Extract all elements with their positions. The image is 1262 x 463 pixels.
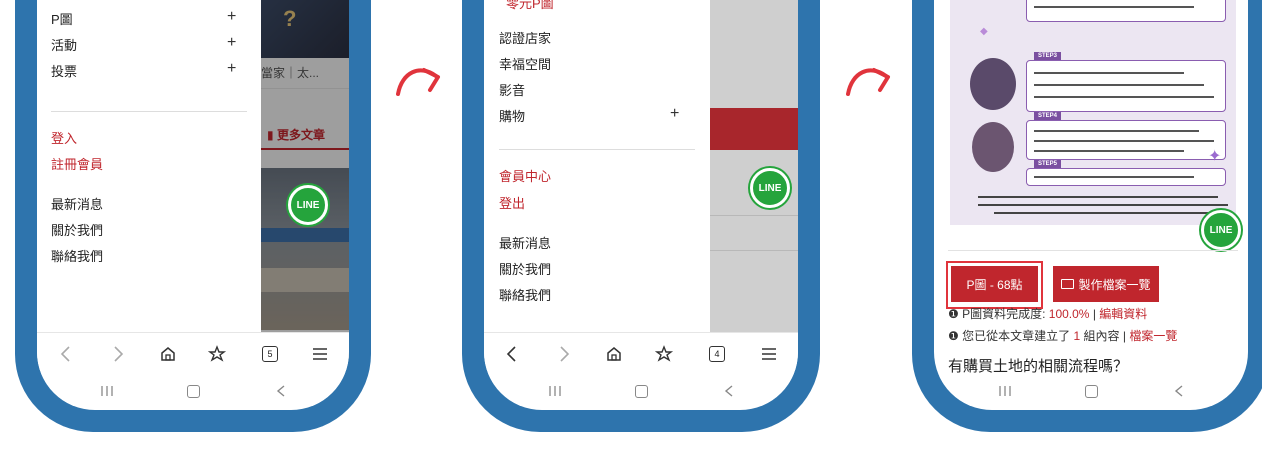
expand-plus-icon[interactable]: + bbox=[227, 35, 236, 51]
background-page bbox=[710, 0, 798, 332]
back-button-icon[interactable] bbox=[270, 382, 292, 400]
menu-icon[interactable] bbox=[309, 343, 331, 365]
browser-toolbar: 5 bbox=[37, 332, 349, 376]
home-button-icon[interactable] bbox=[182, 382, 204, 400]
side-drawer: P圖 + 活動 + 投票 + 登入 註冊會員 最新消息 關於我們 聯絡我們 bbox=[37, 0, 261, 332]
line-chat-button[interactable]: LINE bbox=[750, 168, 790, 208]
about-link[interactable]: 關於我們 bbox=[51, 220, 103, 239]
line-chat-button[interactable]: LINE bbox=[288, 185, 328, 225]
phone-frame-1: ? 當家｜太... ▮ 更多文章 LINE P圖 + 活動 + 投票 + 登入 bbox=[15, 0, 371, 432]
back-icon[interactable] bbox=[55, 343, 77, 365]
red-banner bbox=[710, 108, 798, 150]
menu-divider bbox=[51, 111, 247, 112]
character-illustration bbox=[972, 122, 1014, 172]
p-photo-points-button[interactable]: P圖 - 68點 bbox=[951, 266, 1038, 302]
contact-link[interactable]: 聯絡我們 bbox=[499, 285, 551, 304]
news-link[interactable]: 最新消息 bbox=[499, 233, 551, 252]
phone-screen-3: ◆ STEP3 STEP4 STEP5 ✦ LINE P圖 - 68點 製作檔案… bbox=[934, 0, 1248, 410]
expand-plus-icon[interactable]: + bbox=[227, 9, 236, 25]
created-count-info: ❶ 您已從本文章建立了 1 組內容 | 檔案一覽 bbox=[948, 329, 1178, 343]
recents-icon[interactable] bbox=[96, 382, 118, 400]
phone-screen-2: LINE 零元P圖 認證店家 幸福空間 影音 購物 + 會員中心 登出 最新消息… bbox=[484, 0, 798, 410]
phone-screen-1: ? 當家｜太... ▮ 更多文章 LINE P圖 + 活動 + 投票 + 登入 bbox=[37, 0, 349, 410]
infographic-image: ◆ STEP3 STEP4 STEP5 ✦ bbox=[950, 0, 1236, 225]
expand-plus-icon[interactable]: + bbox=[670, 106, 679, 122]
background-page: ? 當家｜太... ▮ 更多文章 bbox=[261, 0, 349, 360]
browser-toolbar: 4 bbox=[484, 332, 798, 376]
completion-percent: 100.0% bbox=[1048, 307, 1090, 321]
production-files-button[interactable]: 製作檔案一覽 bbox=[1053, 266, 1159, 302]
menu-item-events[interactable]: 活動 bbox=[51, 35, 77, 54]
tabs-icon[interactable]: 4 bbox=[706, 343, 728, 365]
home-button-icon[interactable] bbox=[630, 382, 652, 400]
register-link[interactable]: 註冊會員 bbox=[51, 154, 103, 173]
login-link[interactable]: 登入 bbox=[51, 128, 77, 147]
file-list-link[interactable]: 檔案一覽 bbox=[1129, 329, 1177, 343]
phone-frame-3: ◆ STEP3 STEP4 STEP5 ✦ LINE P圖 - 68點 製作檔案… bbox=[912, 0, 1262, 432]
menu-item-free-p-photo[interactable]: 零元P圖 bbox=[506, 0, 554, 12]
tabs-icon[interactable]: 5 bbox=[259, 343, 281, 365]
home-button-icon[interactable] bbox=[1080, 382, 1102, 400]
id-card-icon bbox=[1061, 279, 1075, 289]
article-question: 有購買土地的相關流程嗎？ bbox=[948, 358, 1129, 375]
line-chat-button[interactable]: LINE bbox=[1201, 210, 1241, 250]
back-button-icon[interactable] bbox=[1168, 382, 1190, 400]
system-nav-bar bbox=[37, 376, 349, 406]
menu-item-p-photo[interactable]: P圖 bbox=[51, 9, 73, 28]
step-label: STEP4 bbox=[1034, 112, 1062, 120]
system-nav-bar bbox=[934, 376, 1248, 406]
divider bbox=[948, 250, 1238, 251]
recents-icon[interactable] bbox=[994, 382, 1016, 400]
home-icon[interactable] bbox=[157, 343, 179, 365]
phone-frame-2: LINE 零元P圖 認證店家 幸福空間 影音 購物 + 會員中心 登出 最新消息… bbox=[462, 0, 820, 432]
recents-icon[interactable] bbox=[544, 382, 566, 400]
back-button-icon[interactable] bbox=[718, 382, 740, 400]
bookmark-star-icon[interactable] bbox=[654, 343, 676, 365]
logout-link[interactable]: 登出 bbox=[499, 193, 525, 212]
menu-item-shopping[interactable]: 購物 bbox=[499, 106, 525, 125]
character-illustration bbox=[970, 58, 1016, 110]
edit-data-link[interactable]: 編輯資料 bbox=[1099, 307, 1147, 321]
menu-item-certified-stores[interactable]: 認證店家 bbox=[499, 28, 551, 47]
forward-icon[interactable] bbox=[107, 343, 129, 365]
side-drawer: 零元P圖 認證店家 幸福空間 影音 購物 + 會員中心 登出 最新消息 關於我們… bbox=[484, 0, 710, 332]
contact-link[interactable]: 聯絡我們 bbox=[51, 246, 103, 265]
system-nav-bar bbox=[484, 376, 798, 406]
member-center-link[interactable]: 會員中心 bbox=[499, 166, 551, 185]
completion-info: ❶ P圖資料完成度: 100.0% | 編輯資料 bbox=[948, 307, 1148, 321]
expand-plus-icon[interactable]: + bbox=[227, 61, 236, 77]
menu-item-video[interactable]: 影音 bbox=[499, 80, 525, 99]
step-label: STEP3 bbox=[1034, 52, 1062, 60]
forward-icon[interactable] bbox=[553, 343, 575, 365]
step-arrow-icon bbox=[396, 68, 440, 96]
step-arrow-icon bbox=[846, 68, 890, 96]
created-count: 1 bbox=[1073, 329, 1081, 343]
back-icon[interactable] bbox=[501, 343, 523, 365]
menu-icon[interactable] bbox=[758, 343, 780, 365]
menu-item-vote[interactable]: 投票 bbox=[51, 61, 77, 80]
info-icon: ❶ bbox=[948, 307, 963, 321]
info-icon: ❶ bbox=[948, 329, 963, 343]
home-icon[interactable] bbox=[603, 343, 625, 365]
about-link[interactable]: 關於我們 bbox=[499, 259, 551, 278]
news-link[interactable]: 最新消息 bbox=[51, 194, 103, 213]
menu-divider bbox=[499, 149, 695, 150]
bookmark-star-icon[interactable] bbox=[207, 343, 229, 365]
step-label: STEP5 bbox=[1034, 160, 1062, 168]
menu-item-happy-space[interactable]: 幸福空間 bbox=[499, 54, 551, 73]
